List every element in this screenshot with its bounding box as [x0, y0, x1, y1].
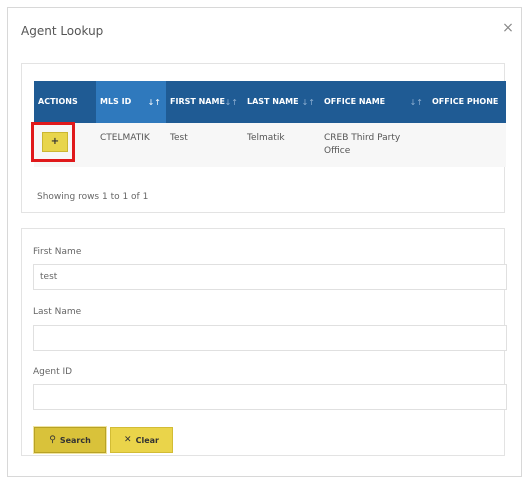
column-header-first-name[interactable]: FIRST NAME ↓↑ [166, 81, 243, 123]
table-header-row: ACTIONS MLS ID ↓↑ FIRST NAME ↓↑ LAST NAME ↓… [34, 81, 506, 123]
column-header-last-name[interactable]: LAST NAME ↓↑ [243, 81, 320, 123]
sort-icon[interactable]: ↓↑ [410, 98, 423, 108]
column-header-actions: ACTIONS [34, 81, 96, 123]
column-header-office-name[interactable]: OFFICE NAME ↓↑ [320, 81, 428, 123]
first-name-input[interactable] [33, 264, 507, 290]
add-agent-button[interactable]: + [42, 132, 68, 152]
sort-icon[interactable]: ↓↑ [225, 98, 238, 108]
modal-title: Agent Lookup [21, 24, 104, 38]
clear-button-label: Clear [135, 435, 159, 445]
cell-first-name: Test [166, 123, 243, 167]
search-button[interactable]: ⚲ Search [34, 427, 106, 453]
search-button-label: Search [59, 435, 91, 445]
pagination-info: Showing rows 1 to 1 of 1 [37, 192, 149, 202]
results-card: ACTIONS MLS ID ↓↑ FIRST NAME ↓↑ LAST NAME ↓… [21, 63, 506, 213]
cell-office-name: CREB Third Party Office [320, 123, 428, 167]
close-icon[interactable]: × [501, 21, 515, 35]
agent-id-input[interactable] [33, 384, 507, 410]
cell-mls-id: CTELMATIK [96, 123, 166, 167]
cell-office-phone [428, 123, 506, 167]
sort-icon[interactable]: ↓↑ [148, 98, 161, 108]
sort-icon[interactable]: ↓↑ [302, 98, 315, 108]
table-row: + CTELMATIK Test Telmatik CREB Third Par… [31, 122, 506, 167]
last-name-input[interactable] [33, 325, 507, 351]
action-cell: + [31, 122, 96, 167]
first-name-label: First Name [33, 247, 82, 257]
agent-lookup-modal: Agent Lookup × ACTIONS MLS ID ↓↑ FIRST NA… [7, 7, 522, 477]
column-header-mls-id[interactable]: MLS ID ↓↑ [96, 81, 166, 123]
last-name-label: Last Name [33, 307, 82, 317]
results-table: ACTIONS MLS ID ↓↑ FIRST NAME ↓↑ LAST NAME ↓… [31, 81, 506, 167]
search-form-card: First Name Last Name Agent ID ⚲ Search ✕… [21, 228, 507, 456]
column-header-office-phone: OFFICE PHONE [428, 81, 506, 123]
clear-icon: ✕ [124, 434, 132, 445]
cell-last-name: Telmatik [243, 123, 320, 167]
clear-button[interactable]: ✕ Clear [110, 427, 173, 453]
agent-id-label: Agent ID [33, 367, 73, 377]
search-icon: ⚲ [49, 434, 56, 445]
